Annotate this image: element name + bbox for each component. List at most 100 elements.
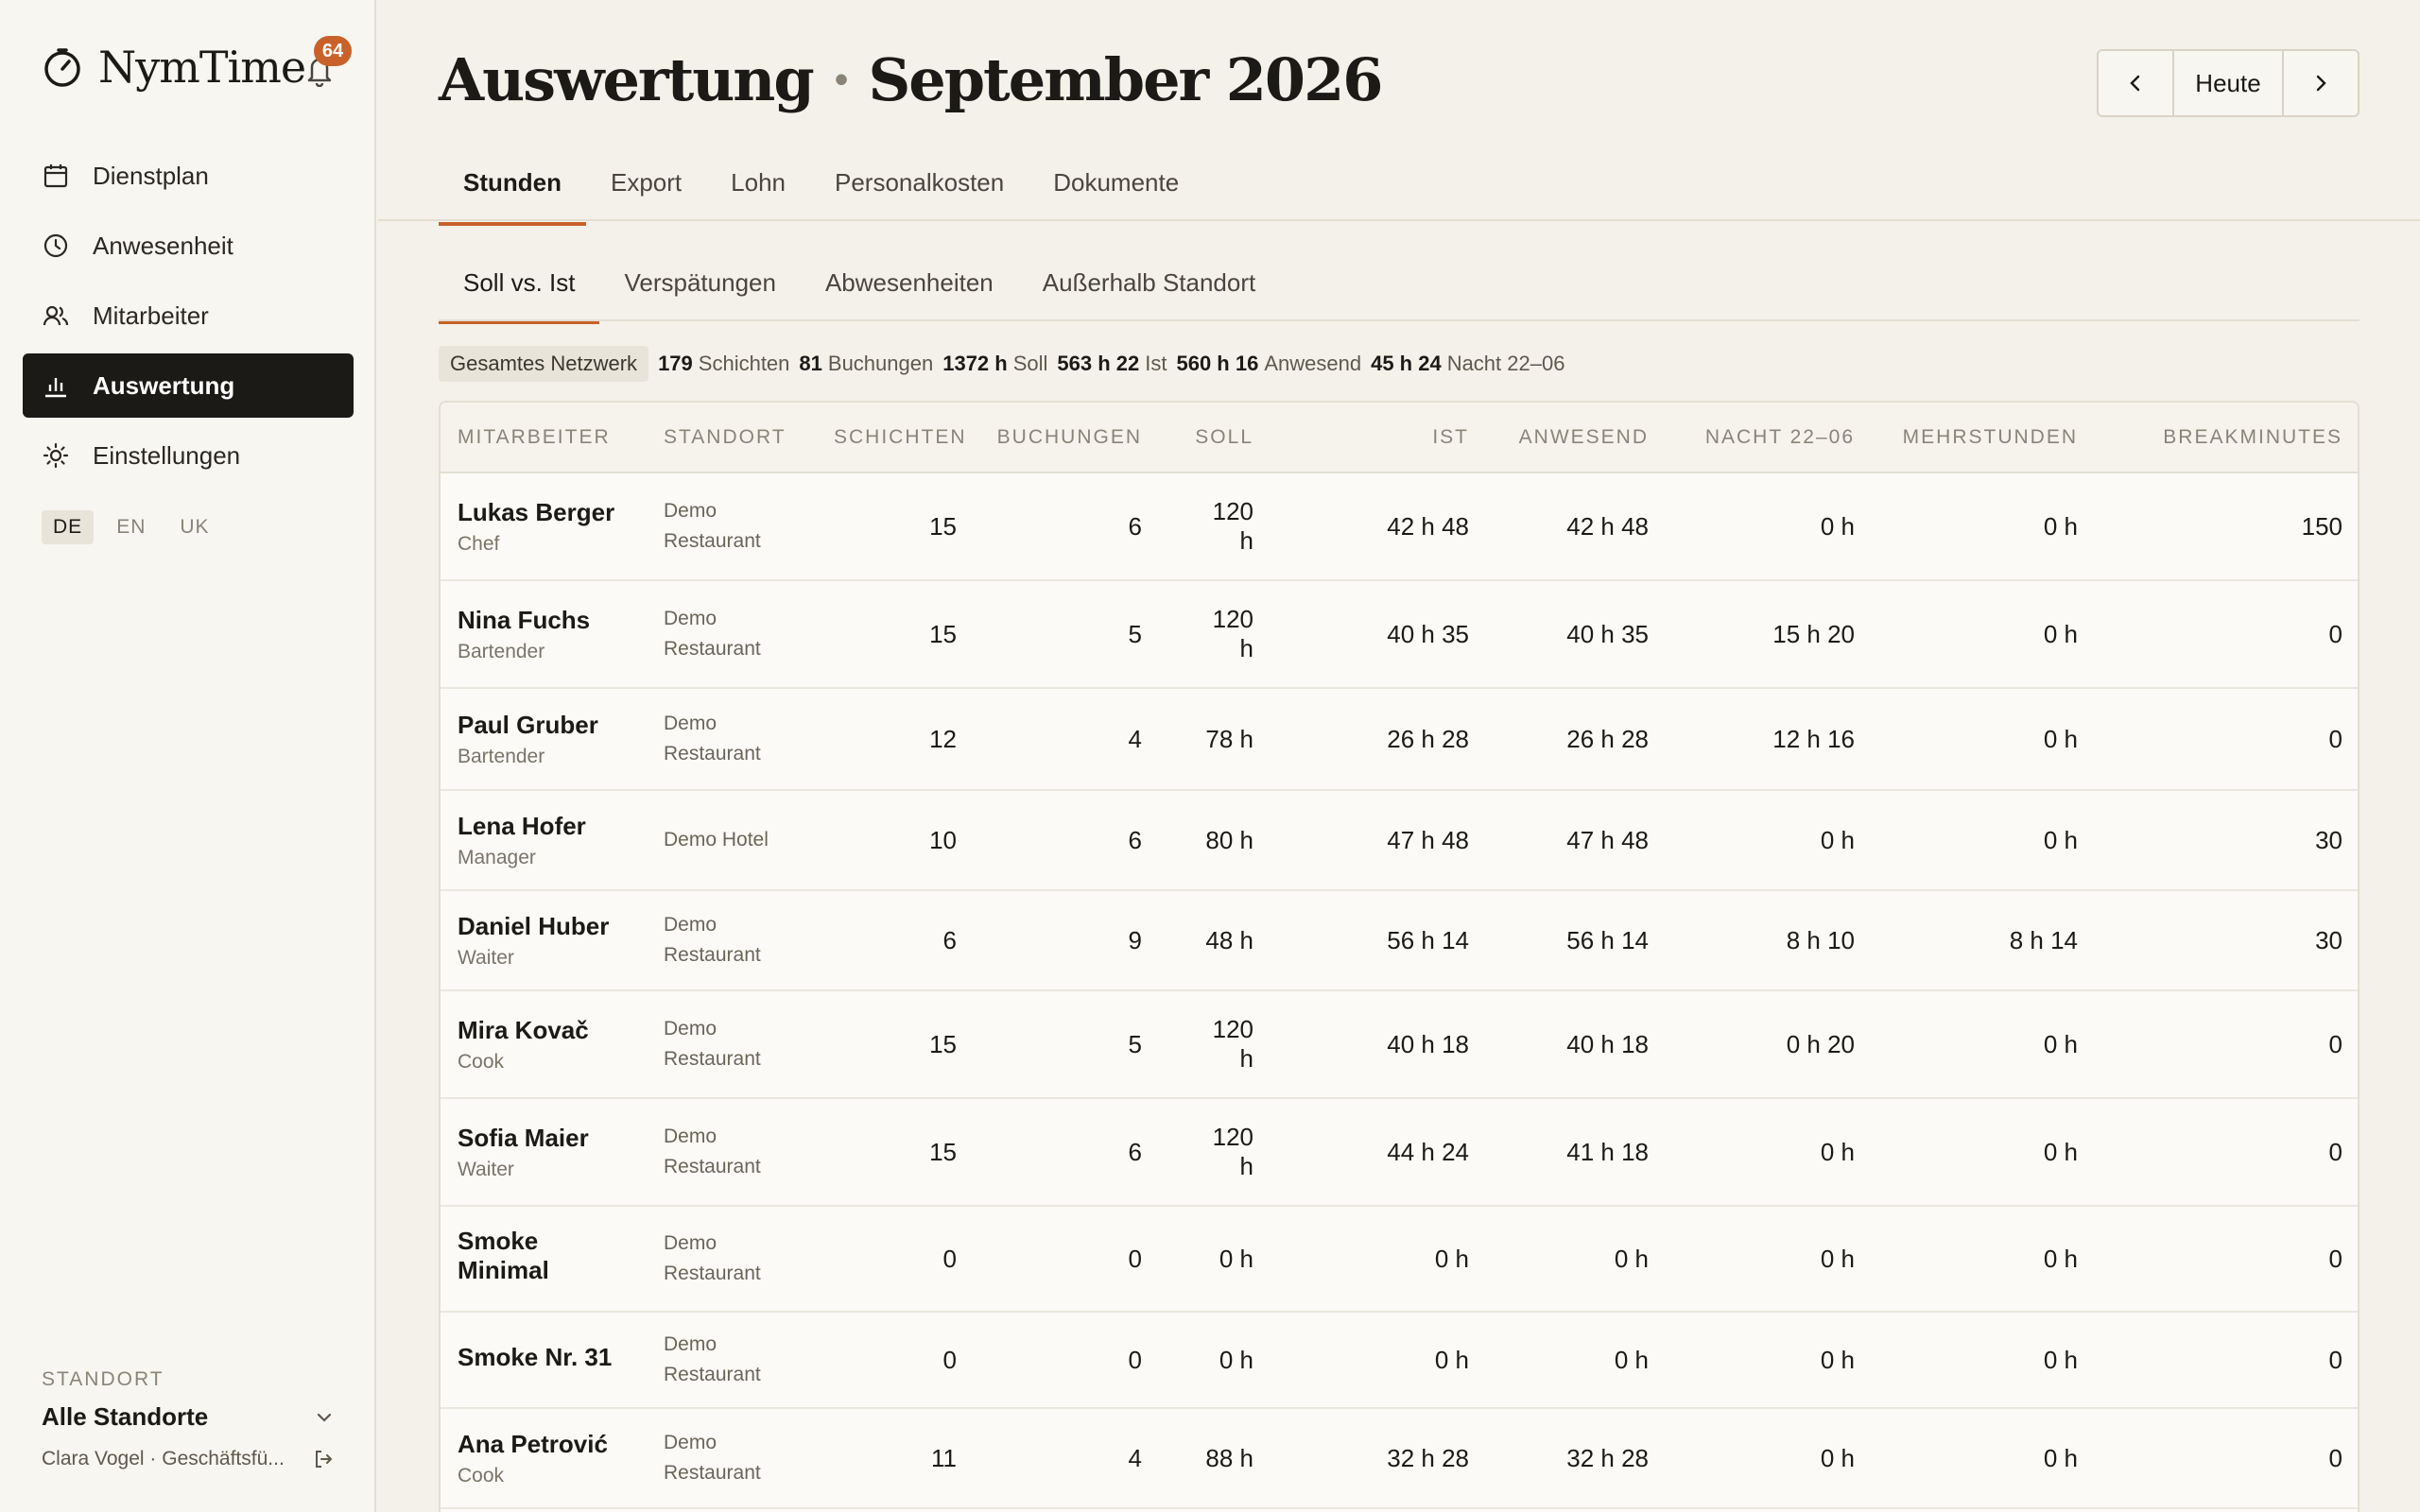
cell-schichten: 12	[817, 688, 974, 791]
cell-soll: 78 h	[1205, 724, 1253, 753]
table-row[interactable]: Lukas Berger Chef Demo Restaurant 15 6 120…	[441, 472, 2358, 581]
standort-select[interactable]: Alle Standorte	[42, 1402, 335, 1432]
cell-anwesend: 0 h	[1486, 1206, 1666, 1313]
lang-uk[interactable]: UK	[168, 510, 220, 544]
summary-schichten-label: Schichten	[698, 352, 790, 375]
col-header-breakminutes[interactable]: Breakminutes	[2095, 403, 2358, 473]
col-header-ist[interactable]: Ist	[1270, 403, 1486, 473]
cell-soll: 88 h	[1205, 1443, 1253, 1472]
users-icon	[43, 305, 69, 326]
chevron-left-icon	[2130, 75, 2140, 92]
employee-role: Bartender	[458, 640, 545, 662]
col-header-soll[interactable]: Soll	[1159, 403, 1270, 473]
language-switcher: DE EN UK	[42, 510, 233, 544]
today-button[interactable]: Heute	[2172, 51, 2284, 115]
next-period-button[interactable]	[2284, 51, 2358, 115]
sidebar-item-anwesenheit[interactable]: Anwesenheit	[23, 214, 354, 278]
cell-nacht: 0 h	[1666, 1408, 1872, 1509]
cell-anwesend: 42 h 48	[1486, 472, 1666, 581]
lang-en[interactable]: EN	[105, 510, 157, 544]
col-header-nacht[interactable]: Nacht 22–06	[1666, 403, 1872, 473]
location-line: Demo	[664, 1232, 717, 1254]
tab-lohn[interactable]: Lohn	[706, 155, 810, 224]
summary-schichten-value: 179	[658, 352, 693, 375]
tab-export[interactable]: Export	[586, 155, 706, 224]
subtab-abwesenheiten[interactable]: Abwesenheiten	[801, 257, 1018, 322]
location-line: Restaurant	[664, 1364, 761, 1385]
cell-ist: 0 h	[1270, 1312, 1486, 1409]
summary-nacht-label: Nacht 22–06	[1446, 352, 1565, 375]
sidebar-item-einstellungen[interactable]: Einstellungen	[23, 423, 354, 488]
col-header-standort[interactable]: Standort	[647, 403, 817, 473]
col-header-mitarbeiter[interactable]: Mitarbeiter	[441, 403, 647, 473]
location-line: Demo	[664, 1432, 717, 1453]
cell-anwesend: 56 h 14	[1486, 890, 1666, 991]
cell-ist: 40 h 18	[1270, 990, 1486, 1099]
cell-soll-unit: h	[1239, 526, 1253, 555]
location-line: Restaurant	[664, 1462, 761, 1484]
subtab-verspaetungen[interactable]: Verspätungen	[599, 257, 800, 322]
col-header-anwesend[interactable]: Anwesend	[1486, 403, 1666, 473]
sidebar-item-label: Mitarbeiter	[93, 301, 209, 330]
cell-soll: 120	[1212, 497, 1253, 525]
user-name: Clara Vogel · Geschäftsfü...	[42, 1448, 285, 1469]
sidebar-nav: Dienstplan Anwesenheit Mitarbeiter Auswe…	[23, 144, 354, 493]
cell-soll: 48 h	[1205, 925, 1253, 954]
subtab-soll-vs-ist[interactable]: Soll vs. Ist	[439, 257, 600, 324]
table-row[interactable]: Sofia Maier Waiter Demo Restaurant 15 6 12…	[441, 1098, 2358, 1207]
cell-schichten: 10	[817, 790, 974, 891]
cell-schichten: 15	[817, 580, 974, 689]
cell-ist: 32 h 28	[1270, 1408, 1486, 1509]
col-header-mehrstunden[interactable]: Mehrstunden	[1872, 403, 2095, 473]
cell-mehrstunden: 0 h	[1872, 1206, 2095, 1313]
location-line: Demo	[664, 608, 717, 629]
cell-soll: 0 h	[1219, 1244, 1253, 1273]
col-header-schichten[interactable]: Schichten	[817, 403, 974, 473]
table-row[interactable]: Ana Petrović Cook Demo Restaurant 11 4 88 …	[441, 1408, 2358, 1509]
hours-table: Mitarbeiter Standort Schichten Buchungen…	[441, 403, 2358, 1509]
previous-period-button[interactable]	[2099, 51, 2172, 115]
tab-stunden[interactable]: Stunden	[439, 155, 586, 226]
cell-breakminutes: 0	[2095, 1408, 2358, 1509]
cell-ist: 40 h 35	[1270, 580, 1486, 689]
cell-ist: 42 h 48	[1270, 472, 1486, 581]
col-header-buchungen[interactable]: Buchungen	[974, 403, 1159, 473]
brand[interactable]: NymTime	[42, 42, 306, 93]
subtab-ausserhalb-standort[interactable]: Außerhalb Standort	[1018, 257, 1280, 322]
page-title: Auswertung · September 2026	[439, 45, 1383, 114]
chevron-right-icon	[2316, 75, 2326, 92]
cell-breakminutes: 0	[2095, 688, 2358, 791]
lang-de[interactable]: DE	[42, 510, 95, 544]
table-row[interactable]: Daniel Huber Waiter Demo Restaurant 6 9 48…	[441, 890, 2358, 991]
sidebar-item-dienstplan[interactable]: Dienstplan	[23, 144, 354, 208]
table-row[interactable]: Nina Fuchs Bartender Demo Restaurant 15 5 …	[441, 580, 2358, 689]
sidebar-item-auswertung[interactable]: Auswertung	[23, 353, 354, 418]
employee-name: Paul Gruber	[458, 710, 598, 739]
cell-soll-unit: h	[1239, 1044, 1253, 1073]
employee-role: Waiter	[458, 1158, 514, 1180]
table-row[interactable]: Paul Gruber Bartender Demo Restaurant 12 4…	[441, 688, 2358, 791]
scope-chip: Gesamtes Netzwerk	[439, 346, 649, 382]
tab-personalkosten[interactable]: Personalkosten	[810, 155, 1028, 224]
cell-buchungen: 6	[974, 472, 1159, 581]
period-pager: Heute	[2097, 49, 2360, 117]
table-row[interactable]: Smoke Minimal Demo Restaurant 0 0 0 h 0 h…	[441, 1206, 2358, 1313]
tab-dokumente[interactable]: Dokumente	[1028, 155, 1203, 224]
summary-ist-label: Ist	[1145, 352, 1167, 375]
location-line: Restaurant	[664, 743, 761, 765]
summary-anwesend-label: Anwesend	[1264, 352, 1362, 375]
cell-schichten: 15	[817, 990, 974, 1099]
summary-buchungen-value: 81	[799, 352, 822, 375]
bar-chart-icon	[45, 378, 66, 398]
table-row[interactable]: Mira Kovač Cook Demo Restaurant 15 5 120 h …	[441, 990, 2358, 1099]
table-row[interactable]: Smoke Nr. 31 Demo Restaurant 0 0 0 h 0 h …	[441, 1312, 2358, 1409]
table-row[interactable]: Lena Hofer Manager Demo Hotel 10 6 80 h 4…	[441, 790, 2358, 891]
cell-soll: 120	[1212, 1015, 1253, 1043]
cell-anwesend: 26 h 28	[1486, 688, 1666, 791]
cell-soll: 120	[1212, 1123, 1253, 1151]
location-line: Demo	[664, 1125, 717, 1147]
logout-icon[interactable]	[312, 1448, 335, 1470]
employee-role: Waiter	[458, 946, 514, 969]
sidebar-item-mitarbeiter[interactable]: Mitarbeiter	[23, 284, 354, 348]
main-content: Auswertung · September 2026 Heute Stunde…	[378, 0, 2420, 1512]
